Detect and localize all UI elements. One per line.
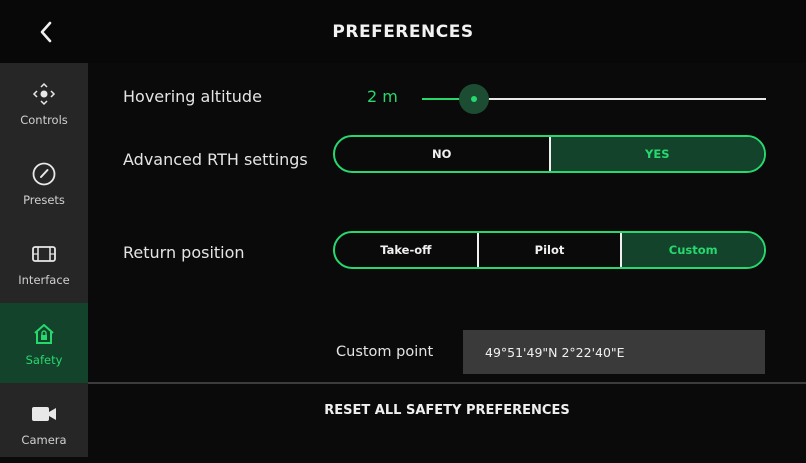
rth-option-yes[interactable]: YES [548, 137, 764, 171]
custom-point-value: 49°51'49"N 2°22'40"E [485, 344, 625, 360]
return-position-label: Return position [123, 243, 245, 262]
return-option-takeoff[interactable]: Take-off [335, 233, 477, 267]
settings-panel: Hovering altitude 2 m Advanced RTH setti… [88, 63, 806, 457]
advanced-rth-label: Advanced RTH settings [123, 150, 308, 169]
video-camera-icon [30, 401, 58, 427]
sidebar: Controls Presets Interface Safety Camera [0, 63, 88, 457]
top-bar: PREFERENCES [0, 0, 806, 63]
custom-point-field[interactable]: 49°51'49"N 2°22'40"E [463, 330, 765, 374]
sidebar-item-label: Presets [23, 193, 65, 207]
sidebar-item-label: Interface [18, 273, 70, 287]
custom-point-label: Custom point [336, 344, 434, 360]
return-position-selector: Take-off Pilot Custom [333, 231, 766, 269]
reset-safety-button[interactable]: RESET ALL SAFETY PREFERENCES [88, 384, 806, 436]
sidebar-item-interface[interactable]: Interface [0, 223, 88, 303]
altitude-slider-thumb[interactable] [470, 96, 477, 102]
rth-option-no[interactable]: NO [335, 137, 549, 171]
sidebar-item-label: Controls [20, 113, 68, 127]
return-option-pilot[interactable]: Pilot [476, 233, 621, 267]
hovering-altitude-value: 2 m [367, 87, 398, 106]
gauge-icon [31, 161, 57, 187]
return-option-custom[interactable]: Custom [620, 233, 764, 267]
sidebar-item-label: Safety [25, 353, 63, 367]
sidebar-item-controls[interactable]: Controls [0, 63, 88, 143]
hovering-altitude-label: Hovering altitude [123, 87, 262, 106]
sidebar-item-camera[interactable]: Camera [0, 383, 88, 463]
sidebar-item-presets[interactable]: Presets [0, 143, 88, 223]
joystick-icon [31, 81, 57, 107]
page-title: PREFERENCES [332, 22, 474, 42]
home-lock-icon [31, 321, 57, 347]
sidebar-item-safety[interactable]: Safety [0, 303, 88, 383]
advanced-rth-toggle: NO YES [333, 135, 766, 173]
sidebar-item-label: Camera [21, 433, 67, 447]
film-frame-icon [31, 241, 57, 267]
